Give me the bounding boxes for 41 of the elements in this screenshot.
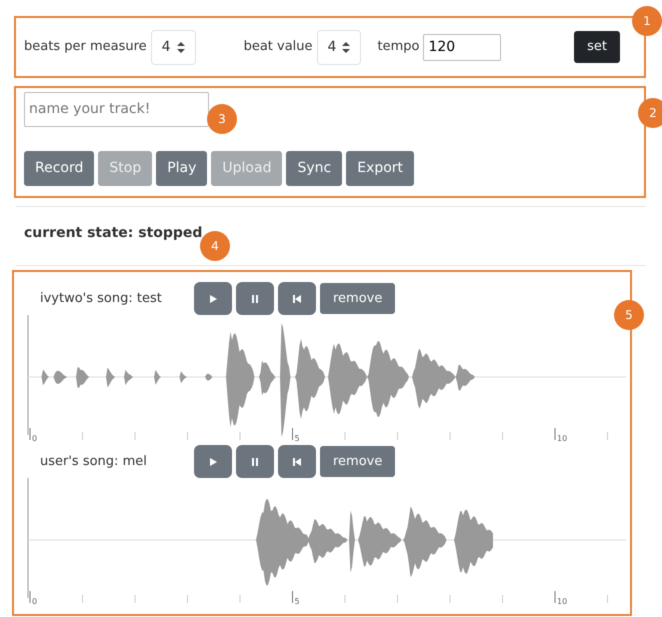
record-control-button[interactable]: Record (24, 151, 94, 186)
tick-label: 5 (294, 434, 300, 443)
set-button[interactable]: set (574, 31, 620, 63)
field-label: tempo (377, 38, 420, 56)
field-label: beat value (244, 38, 313, 56)
remove-button[interactable]: remove (320, 282, 396, 314)
track-title: user's song: mel (40, 452, 148, 471)
pause-icon (249, 456, 261, 468)
record-control-button[interactable]: Export (346, 151, 414, 186)
track-name-field[interactable]: name your track! (24, 92, 209, 127)
rewind-button[interactable] (278, 445, 316, 478)
up-down-icon (176, 42, 185, 52)
pause-icon (249, 292, 261, 304)
callout-badge: 3 (207, 104, 237, 134)
callout-badge: 2 (638, 98, 662, 128)
track-title: ivytwo's song: test (40, 290, 163, 308)
up-down-icon (342, 42, 350, 52)
beats-select[interactable]: 4 (150, 30, 196, 64)
rewind-icon (291, 456, 303, 468)
callout-badge: 1 (632, 6, 662, 36)
play-button[interactable] (194, 282, 232, 315)
pause-button[interactable] (236, 282, 274, 315)
tempo-field[interactable]: 120 (423, 34, 502, 60)
tick-label: 0 (32, 597, 38, 606)
tick-label: 5 (294, 597, 300, 606)
record-control-button[interactable]: Play (156, 151, 208, 186)
tick-label: 0 (32, 434, 38, 443)
record-control-button[interactable]: Sync (286, 151, 342, 186)
play-icon (207, 456, 219, 468)
rewind-icon (291, 292, 303, 304)
tick-label: 10 (557, 434, 568, 443)
play-button[interactable] (194, 445, 232, 478)
rewind-button[interactable] (278, 282, 316, 315)
beat-value-select[interactable]: 4 (316, 30, 362, 64)
remove-button[interactable]: remove (320, 446, 396, 478)
callout-badge: 4 (200, 231, 230, 261)
tick-label: 10 (557, 597, 568, 606)
callout-badge: 5 (614, 300, 644, 330)
field-label: beats per measure (24, 38, 147, 56)
play-icon (207, 292, 219, 304)
pause-button[interactable] (236, 445, 274, 478)
